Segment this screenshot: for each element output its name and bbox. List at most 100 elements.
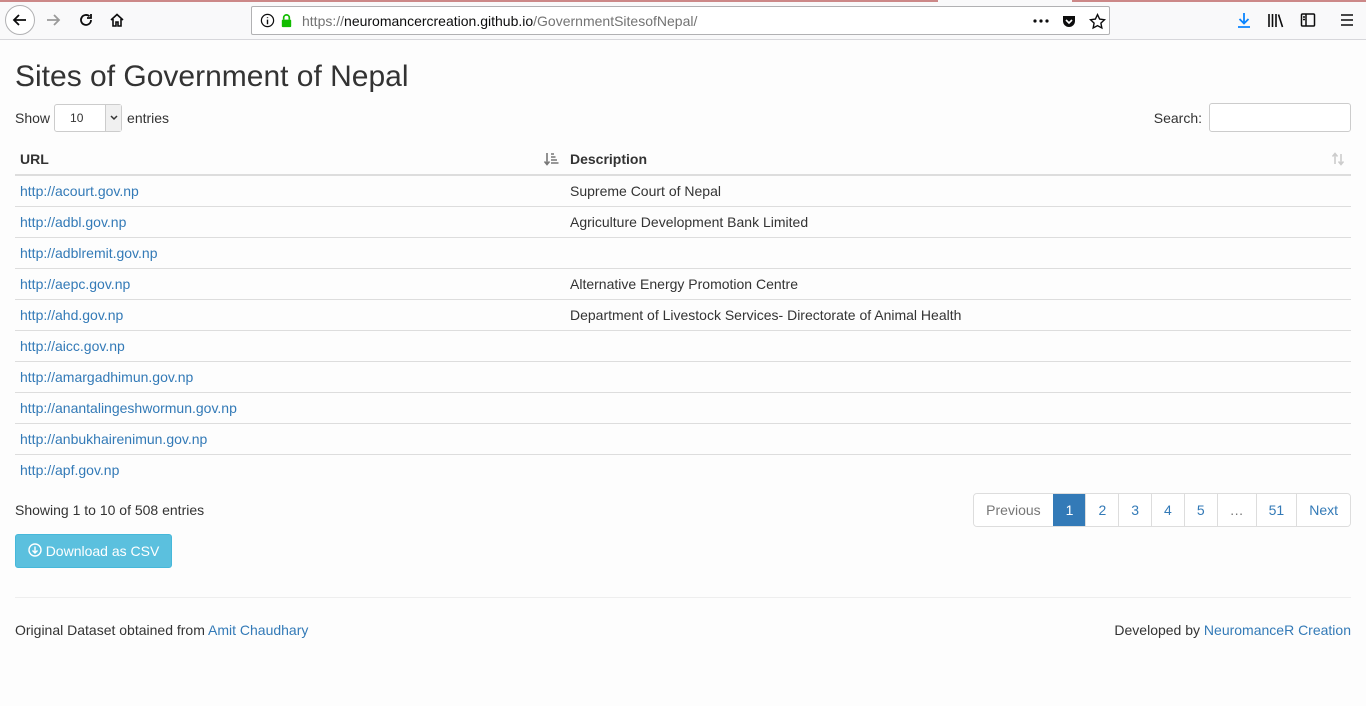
- column-header-url[interactable]: URL: [15, 143, 565, 176]
- description-cell: [565, 391, 1351, 423]
- pagination: Previous 1 2 3 4 5 … 51 Next: [973, 493, 1351, 527]
- url-cell: http://aepc.gov.np: [15, 267, 565, 299]
- table-row: http://anantalingeshwormun.gov.np: [15, 391, 1351, 423]
- download-csv-label: Download as CSV: [45, 543, 160, 559]
- table-row: http://aicc.gov.np: [15, 329, 1351, 361]
- page-button-51[interactable]: 51: [1255, 494, 1297, 526]
- table-row: http://amargadhimun.gov.np: [15, 360, 1351, 392]
- url-cell: http://aicc.gov.np: [15, 329, 565, 361]
- search-label: Search:: [1153, 109, 1202, 126]
- table-row: http://ahd.gov.np Department of Livestoc…: [15, 298, 1351, 330]
- page-button-1[interactable]: 1: [1052, 494, 1086, 526]
- tab-strip-edge: [0, 0, 938, 2]
- site-link[interactable]: http://anbukhairenimun.gov.np: [20, 431, 207, 447]
- back-button[interactable]: [5, 5, 35, 35]
- download-icon: [1238, 13, 1250, 28]
- chevron-down-icon: [105, 105, 122, 131]
- menu-icon: [1341, 14, 1353, 26]
- lock-icon[interactable]: [279, 13, 294, 33]
- home-button[interactable]: [103, 6, 131, 34]
- footer-developer: Developed by NeuromanceR Creation: [1114, 622, 1351, 638]
- description-cell: [565, 236, 1351, 268]
- pocket-icon[interactable]: [1059, 11, 1079, 31]
- search-control: Search:: [1154, 103, 1351, 132]
- description-cell: [565, 453, 1351, 485]
- url-cell: http://adblremit.gov.np: [15, 236, 565, 268]
- site-link[interactable]: http://adbl.gov.np: [20, 214, 126, 230]
- site-link[interactable]: http://amargadhimun.gov.np: [20, 369, 193, 385]
- menu-button[interactable]: [1333, 6, 1361, 34]
- show-label: Show: [15, 110, 51, 126]
- url-cell: http://apf.gov.np: [15, 453, 565, 485]
- sort-both-icon: [1331, 152, 1345, 169]
- page-title: Sites of Government of Nepal: [15, 60, 409, 93]
- column-header-label: URL: [20, 150, 49, 167]
- site-link[interactable]: http://aicc.gov.np: [20, 338, 125, 354]
- column-header-label: Description: [570, 150, 648, 167]
- table-row: http://acourt.gov.np Supreme Court of Ne…: [15, 175, 1351, 206]
- sites-table: URL Description http://acourt.gov.np Sup…: [15, 143, 1351, 485]
- url-protocol: https://: [302, 13, 345, 29]
- site-link[interactable]: http://acourt.gov.np: [20, 183, 139, 199]
- page-ellipsis: …: [1216, 494, 1256, 526]
- sort-asc-icon: [543, 152, 559, 169]
- reload-button[interactable]: [72, 6, 100, 34]
- footer-right-text: Developed by: [1114, 622, 1204, 638]
- description-cell: Alternative Energy Promotion Centre: [565, 267, 1351, 299]
- page-button-5[interactable]: 5: [1183, 494, 1217, 526]
- table-row: http://adblremit.gov.np: [15, 236, 1351, 268]
- url-cell: http://anantalingeshwormun.gov.np: [15, 391, 565, 423]
- description-cell: Department of Livestock Services- Direct…: [565, 298, 1351, 330]
- developer-link[interactable]: NeuromanceR Creation: [1204, 622, 1351, 638]
- forward-button[interactable]: [39, 6, 67, 34]
- home-icon: [110, 13, 124, 27]
- url-cell: http://ahd.gov.np: [15, 298, 565, 330]
- previous-button[interactable]: Previous: [974, 494, 1053, 526]
- description-cell: Agriculture Development Bank Limited: [565, 205, 1351, 237]
- url-domain: neuromancercreation.github.io: [344, 13, 534, 29]
- footer-left-text: Original Dataset obtained from: [15, 622, 208, 638]
- site-link[interactable]: http://apf.gov.np: [20, 462, 119, 478]
- sidebar-button[interactable]: [1294, 6, 1322, 34]
- page-length-select[interactable]: 10: [54, 104, 123, 132]
- column-header-description[interactable]: Description: [565, 143, 1351, 176]
- url-cell: http://anbukhairenimun.gov.np: [15, 422, 565, 454]
- page-button-4[interactable]: 4: [1151, 494, 1184, 526]
- site-link[interactable]: http://ahd.gov.np: [20, 307, 123, 323]
- footer-credit: Original Dataset obtained from Amit Chau…: [15, 622, 308, 638]
- search-input[interactable]: [1209, 103, 1351, 132]
- table-row: http://aepc.gov.np Alternative Energy Pr…: [15, 267, 1351, 299]
- table-info: Showing 1 to 10 of 508 entries: [15, 502, 205, 518]
- dataset-author-link[interactable]: Amit Chaudhary: [208, 622, 308, 638]
- tab-strip-edge: [1072, 0, 1366, 2]
- library-button[interactable]: [1262, 6, 1290, 34]
- page-button-3[interactable]: 3: [1118, 494, 1152, 526]
- footer-divider: [15, 597, 1351, 598]
- page-button-2[interactable]: 2: [1085, 494, 1119, 526]
- description-cell: [565, 329, 1351, 361]
- library-icon: [1268, 14, 1284, 28]
- url-path: /GovernmentSitesofNepal/: [533, 13, 698, 29]
- download-button[interactable]: [1230, 6, 1258, 34]
- download-csv-button[interactable]: Download as CSV: [15, 534, 172, 568]
- table-row: http://adbl.gov.np Agriculture Developme…: [15, 205, 1351, 237]
- description-cell: Supreme Court of Nepal: [570, 182, 721, 199]
- reload-icon: [80, 14, 92, 26]
- info-icon[interactable]: [260, 13, 275, 33]
- table-row: http://anbukhairenimun.gov.np: [15, 422, 1351, 454]
- browser-toolbar: https://neuromancercreation.github.io/Go…: [0, 0, 1366, 40]
- address-bar[interactable]: https://neuromancercreation.github.io/Go…: [251, 6, 1110, 35]
- site-link[interactable]: http://anantalingeshwormun.gov.np: [20, 400, 237, 416]
- site-link[interactable]: http://adblremit.gov.np: [20, 245, 157, 261]
- more-icon[interactable]: [1031, 11, 1051, 31]
- url-cell: http://acourt.gov.np: [15, 175, 565, 206]
- forward-icon: [47, 14, 61, 26]
- star-icon[interactable]: [1087, 11, 1107, 31]
- next-button[interactable]: Next: [1296, 494, 1350, 526]
- site-link[interactable]: http://aepc.gov.np: [20, 276, 130, 292]
- entries-label: entries: [127, 110, 170, 126]
- url-text[interactable]: https://neuromancercreation.github.io/Go…: [302, 13, 697, 29]
- sidebar-icon: [1300, 13, 1316, 27]
- description-cell: [565, 360, 1351, 392]
- page-length-value: 10: [70, 111, 84, 125]
